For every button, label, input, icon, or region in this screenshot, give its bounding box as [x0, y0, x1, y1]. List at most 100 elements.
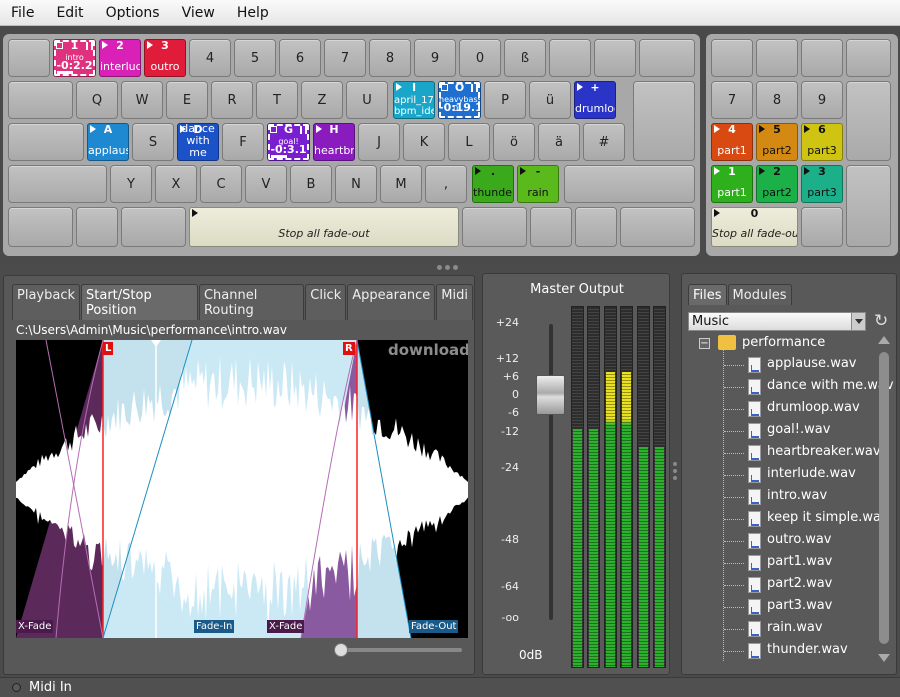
- file-list-item[interactable]: applause.wav: [767, 356, 856, 371]
- key-capslock[interactable]: [8, 123, 84, 161]
- zoom-slider-knob[interactable]: [334, 643, 348, 657]
- pad-drumloop[interactable]: + drumloop: [574, 81, 616, 119]
- key-q[interactable]: Q: [76, 81, 118, 119]
- tab-midi[interactable]: Midi: [436, 284, 473, 320]
- key-c[interactable]: C: [200, 165, 242, 203]
- tab-start-stop-position[interactable]: Start/Stop Position: [81, 284, 198, 320]
- key-ctrl-left[interactable]: [8, 207, 73, 247]
- file-list-item[interactable]: outro.wav: [767, 532, 832, 547]
- key-num9[interactable]: 9: [801, 81, 843, 119]
- pad-num-part2-top[interactable]: 5 part2: [756, 123, 798, 161]
- key-e[interactable]: E: [166, 81, 208, 119]
- scrollbar[interactable]: [876, 336, 890, 666]
- menu-edit[interactable]: Edit: [45, 0, 94, 26]
- key-z[interactable]: Z: [301, 81, 343, 119]
- key-ae[interactable]: ä: [538, 123, 580, 161]
- scroll-thumb[interactable]: [879, 352, 889, 644]
- file-list-item[interactable]: interlude.wav: [767, 466, 856, 481]
- pad-interlude[interactable]: 2 interlude: [99, 39, 141, 77]
- menu-options[interactable]: Options: [95, 0, 171, 26]
- waveform-editor[interactable]: L R X-Fade Fade-In X-Fade Fade-Out downl…: [16, 340, 468, 638]
- key-7[interactable]: 7: [324, 39, 366, 77]
- key-tab[interactable]: [8, 81, 73, 119]
- key-6[interactable]: 6: [279, 39, 321, 77]
- key-ctrl-right[interactable]: [620, 207, 695, 247]
- key-5[interactable]: 5: [234, 39, 276, 77]
- pad-num-part3-top[interactable]: 6 part3: [801, 123, 843, 161]
- key-num-enter[interactable]: [846, 165, 891, 247]
- key-shift-right[interactable]: [564, 165, 695, 203]
- file-list-item[interactable]: keep it simple.wav: [767, 510, 889, 525]
- tab-appearance[interactable]: Appearance: [347, 284, 436, 320]
- key-multiply[interactable]: [801, 39, 843, 77]
- file-list-item[interactable]: part2.wav: [767, 576, 832, 591]
- tab-modules[interactable]: Modules: [727, 284, 792, 305]
- pad-num-stop-all[interactable]: 0 Stop all fade-out: [711, 207, 798, 247]
- file-list-item[interactable]: thunder.wav: [767, 642, 848, 657]
- pad-num-part1-bottom[interactable]: 1 part1: [711, 165, 753, 203]
- key-9[interactable]: 9: [414, 39, 456, 77]
- tab-channel-routing[interactable]: Channel Routing: [198, 284, 305, 320]
- key-menu[interactable]: [575, 207, 617, 247]
- chevron-down-icon[interactable]: [851, 313, 865, 330]
- pad-april[interactable]: I april_170 bpm_idee: [393, 81, 435, 119]
- key-blank[interactable]: [594, 39, 636, 77]
- key-enter[interactable]: [633, 81, 695, 161]
- key-oe[interactable]: ö: [493, 123, 535, 161]
- key-numlock[interactable]: [711, 39, 753, 77]
- pad-heavybass[interactable]: O heavybass-0... -0:19.1: [438, 81, 481, 119]
- pad-num-part1-top[interactable]: 4 part1: [711, 123, 753, 161]
- pad-dance[interactable]: D dance with me: [177, 123, 219, 161]
- key-t[interactable]: T: [256, 81, 298, 119]
- refresh-icon[interactable]: ↻: [874, 311, 888, 331]
- key-shift-left[interactable]: [8, 165, 107, 203]
- file-list-item[interactable]: intro.wav: [767, 488, 827, 503]
- key-p[interactable]: P: [484, 81, 526, 119]
- key-v[interactable]: V: [245, 165, 287, 203]
- key-num8[interactable]: 8: [756, 81, 798, 119]
- file-list-item[interactable]: part3.wav: [767, 598, 832, 613]
- key-ue[interactable]: ü: [529, 81, 571, 119]
- side-splitter-handle[interactable]: [673, 462, 677, 480]
- tree-root-folder[interactable]: performance: [742, 335, 825, 350]
- menu-help[interactable]: Help: [226, 0, 280, 26]
- zoom-slider-track[interactable]: [340, 648, 462, 652]
- key-blank[interactable]: [639, 39, 695, 77]
- right-marker[interactable]: R: [343, 342, 355, 355]
- file-list-item[interactable]: goal!.wav: [767, 422, 830, 437]
- file-list-item[interactable]: dance with me.wav: [767, 378, 894, 393]
- key-j[interactable]: J: [358, 123, 400, 161]
- key-l[interactable]: L: [448, 123, 490, 161]
- key-comma[interactable]: ,: [425, 165, 467, 203]
- pad-rain[interactable]: - rain: [517, 165, 559, 203]
- pad-heartbreaker[interactable]: H heartbr...: [313, 123, 355, 161]
- collapse-icon[interactable]: −: [699, 338, 710, 349]
- folder-select[interactable]: Music: [688, 312, 866, 331]
- key-num-decimal[interactable]: [801, 207, 843, 247]
- key-x[interactable]: X: [155, 165, 197, 203]
- key-0[interactable]: 0: [459, 39, 501, 77]
- key-y[interactable]: Y: [110, 165, 152, 203]
- key-b[interactable]: B: [290, 165, 332, 203]
- pad-thunder[interactable]: . thunder: [472, 165, 514, 203]
- file-list-item[interactable]: part1.wav: [767, 554, 832, 569]
- menu-file[interactable]: File: [0, 0, 45, 26]
- key-blank[interactable]: [8, 39, 50, 77]
- pad-outro[interactable]: 3 outro: [144, 39, 186, 77]
- pad-num-part3-bottom[interactable]: 3 part3: [801, 165, 843, 203]
- key-s[interactable]: S: [132, 123, 174, 161]
- key-alt[interactable]: [121, 207, 186, 247]
- key-8[interactable]: 8: [369, 39, 411, 77]
- master-fader-knob[interactable]: [536, 375, 565, 415]
- tab-click[interactable]: Click: [305, 284, 347, 320]
- pad-num-part2-bottom[interactable]: 2 part2: [756, 165, 798, 203]
- key-hash[interactable]: #: [583, 123, 625, 161]
- key-n[interactable]: N: [335, 165, 377, 203]
- key-m[interactable]: M: [380, 165, 422, 203]
- key-blank[interactable]: [530, 207, 572, 247]
- key-r[interactable]: R: [211, 81, 253, 119]
- scroll-down-icon[interactable]: [878, 654, 890, 662]
- file-list-item[interactable]: rain.wav: [767, 620, 823, 635]
- menu-view[interactable]: View: [171, 0, 226, 26]
- tab-playback[interactable]: Playback: [12, 284, 81, 320]
